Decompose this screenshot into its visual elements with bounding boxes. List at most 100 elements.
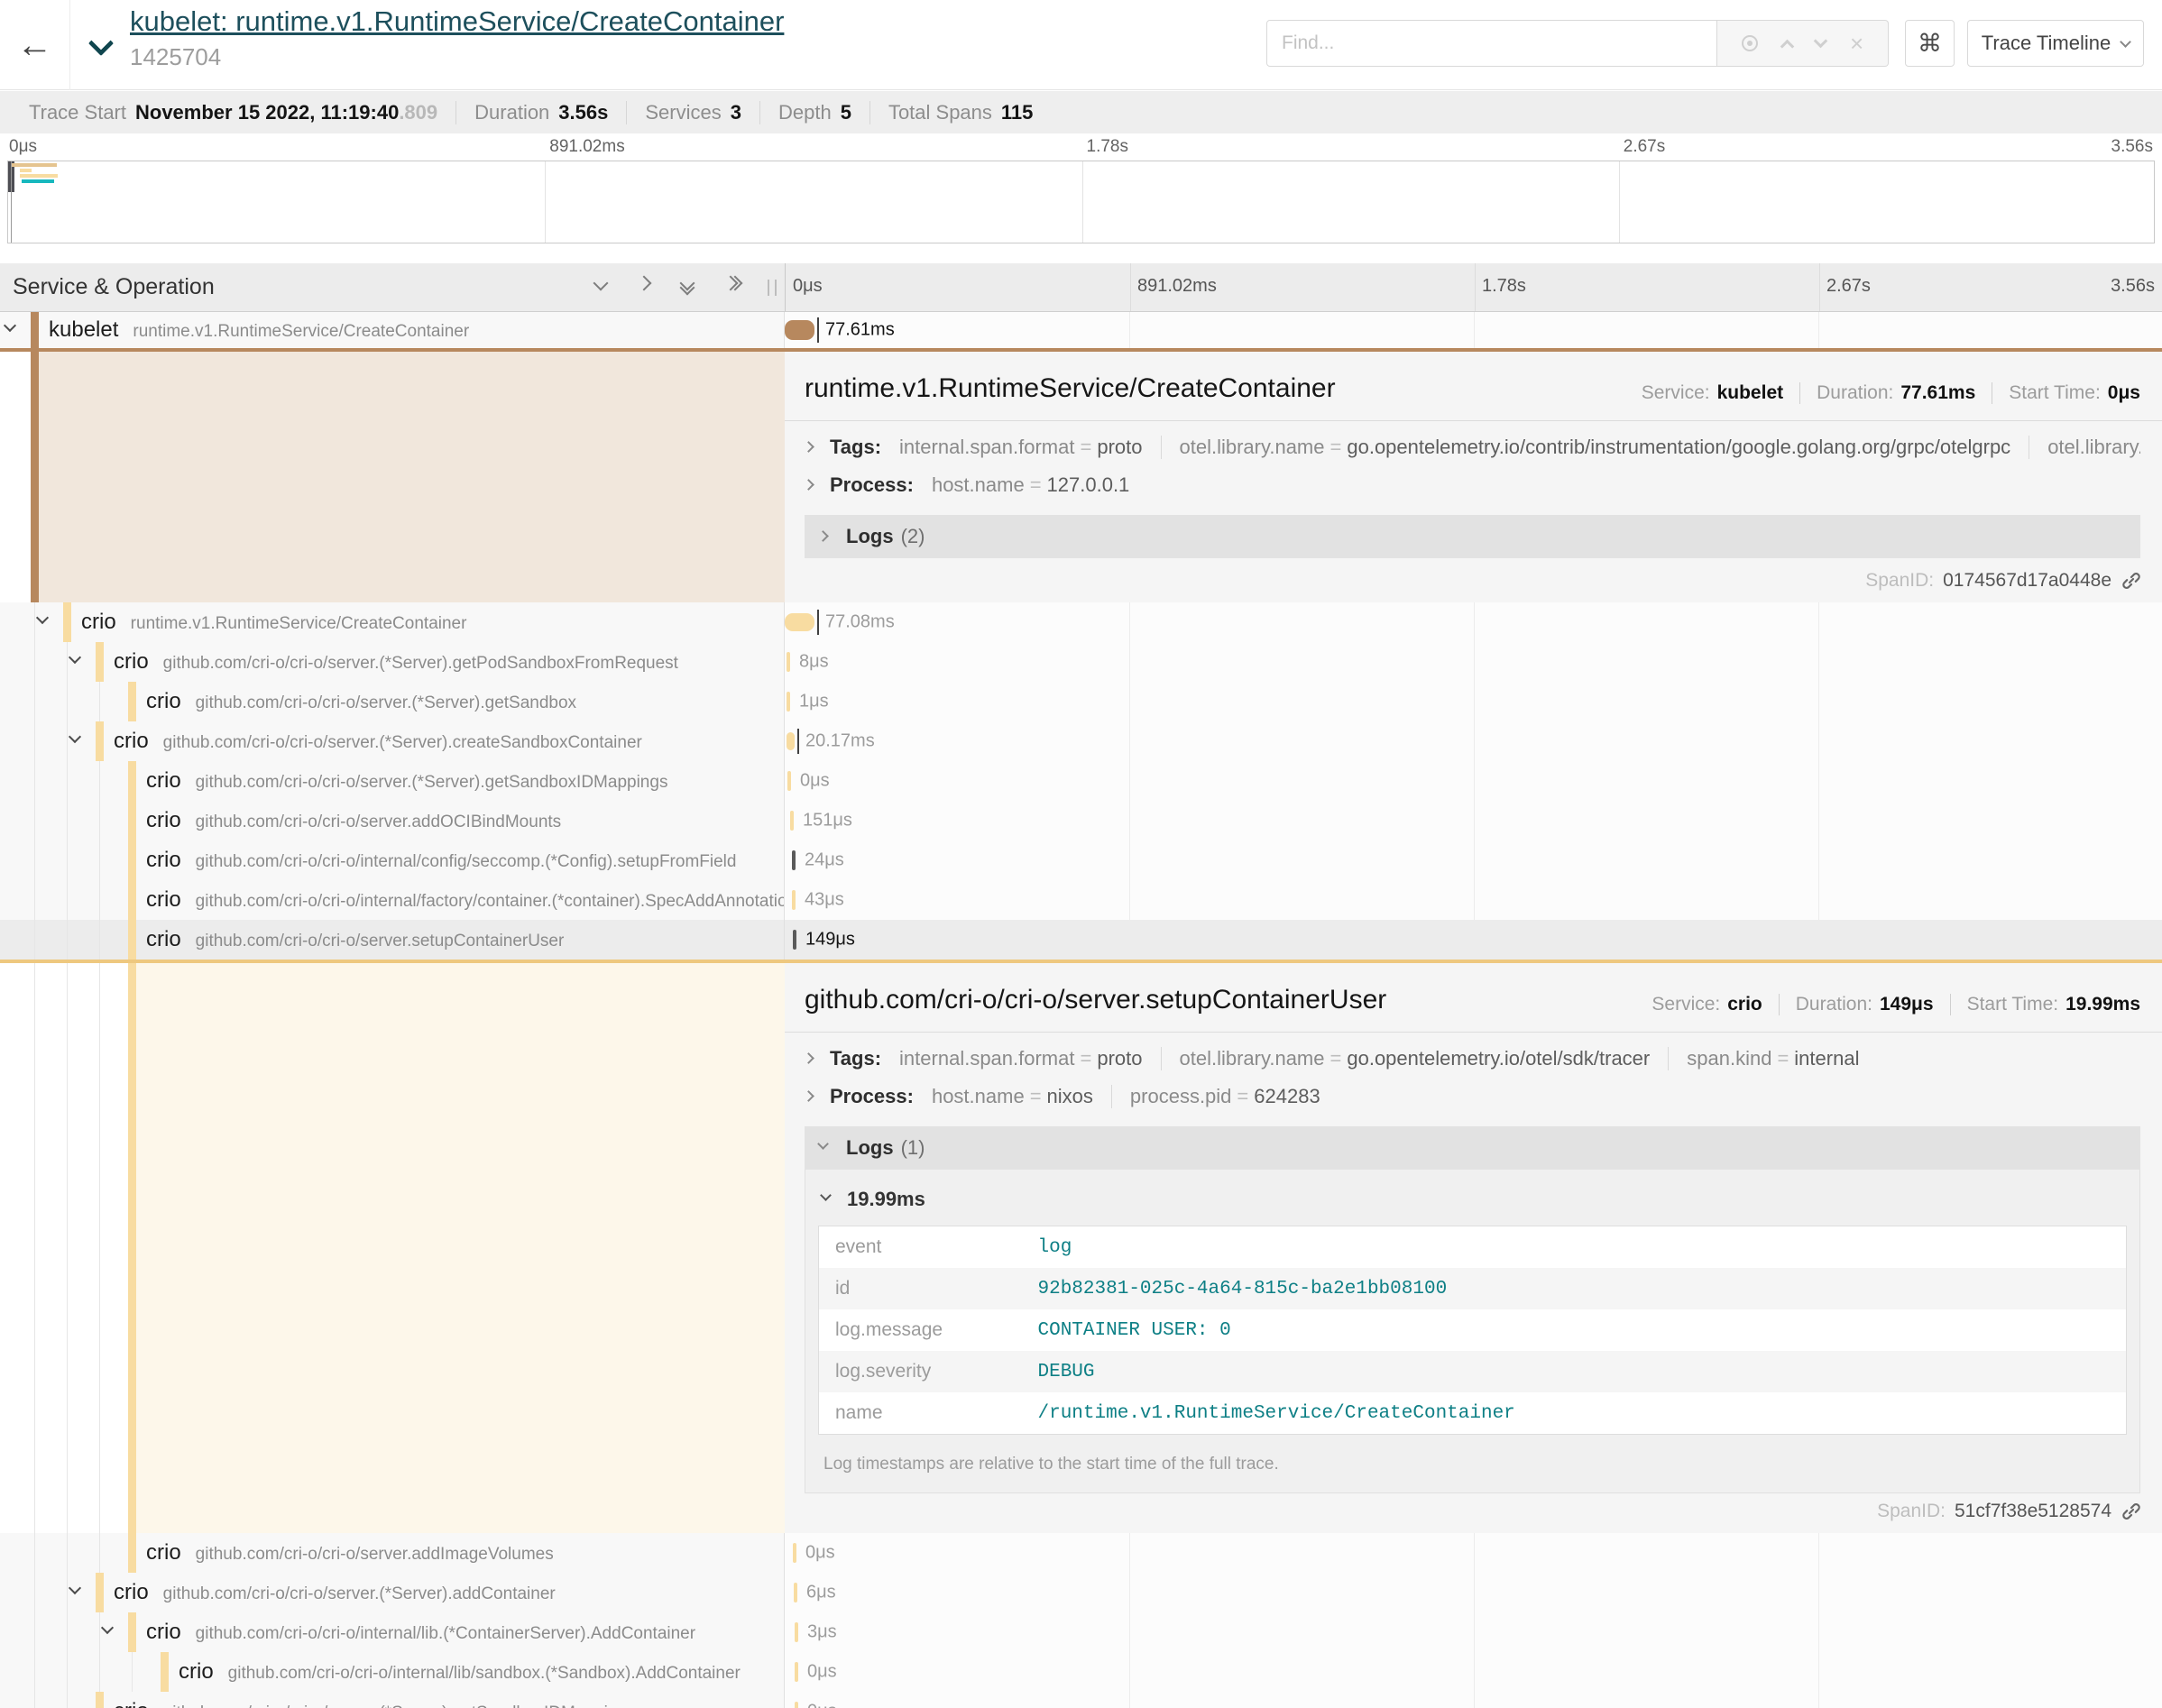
tree-guide-line	[34, 840, 35, 880]
tag-equals: =	[1025, 473, 1047, 496]
span-duration-label: 0μs	[807, 1702, 837, 1708]
top-bar: ← kubelet: runtime.v1.RuntimeService/Cre…	[0, 0, 2162, 90]
deep-link-icon[interactable]	[2121, 1501, 2142, 1522]
operation-name: github.com/cri-o/cri-o/internal/lib.(*Co…	[196, 1624, 695, 1643]
collapse-caret-icon[interactable]	[38, 613, 51, 626]
view-selector-label: Trace Timeline	[1982, 32, 2111, 55]
span-row[interactable]: criogithub.com/cri-o/cri-o/server.(*Serv…	[0, 721, 2162, 761]
trace-title-link[interactable]: kubelet: runtime.v1.RuntimeService/Creat…	[130, 5, 784, 38]
service-name: crio	[114, 649, 149, 674]
span-row[interactable]: crio github.com/cri-o/cri-o/internal/lib.…	[0, 1612, 2162, 1652]
tree-guide-line	[34, 1573, 35, 1612]
tag-item: process.pid=624283	[1111, 1085, 1320, 1108]
previous-match-icon[interactable]	[1780, 39, 1794, 53]
summary-label: Trace Start	[29, 101, 126, 124]
collapse-one-icon[interactable]	[595, 278, 615, 296]
process-expander[interactable]: Process: host.name=127.0.0.1	[785, 459, 2162, 497]
expand-all-icon[interactable]	[725, 278, 745, 296]
trace-summary-bar: Trace StartNovember 15 2022, 11:19:40.80…	[0, 91, 2162, 133]
span-duration-label: 1μs	[799, 692, 829, 712]
collapse-caret-icon[interactable]	[70, 1584, 83, 1596]
span-timeline-cell: 20.17ms	[785, 721, 2162, 761]
back-button[interactable]: ←	[0, 0, 70, 90]
minimap-span	[20, 174, 58, 178]
collapse-caret-icon[interactable]	[70, 732, 83, 745]
logs-body: 19.99ms eventlogid92b82381-025c-4a64-815…	[805, 1170, 2140, 1493]
span-name-text: crioruntime.v1.RuntimeService/CreateCont…	[81, 610, 466, 635]
span-row[interactable]: criogithub.com/cri-o/cri-o/internal/lib/…	[0, 1652, 2162, 1692]
collapse-caret-icon[interactable]	[103, 1623, 115, 1636]
service-name: crio	[146, 808, 181, 832]
column-resizer-handle[interactable]	[768, 280, 777, 296]
span-row[interactable]: criogithub.com/cri-o/cri-o/server.addIma…	[0, 1533, 2162, 1573]
service-name: crio	[146, 689, 181, 713]
log-field-row: log.messageCONTAINER USER: 0	[819, 1309, 2127, 1351]
tree-guide-line	[67, 682, 68, 721]
log-entry-expander[interactable]: 19.99ms	[818, 1184, 2127, 1226]
span-timeline-cell: 24μs	[785, 840, 2162, 880]
tag-key: internal.span.format	[899, 1047, 1074, 1070]
span-row[interactable]: criogithub.com/cri-o/cri-o/internal/conf…	[0, 840, 2162, 880]
service-name: crio	[146, 1620, 181, 1644]
view-selector-button[interactable]: Trace Timeline	[1967, 20, 2144, 67]
service-color-bar	[128, 1612, 136, 1652]
collapse-caret-icon[interactable]	[70, 653, 83, 666]
span-duration-tick	[793, 1543, 796, 1563]
operation-name: github.com/cri-o/cri-o/server.(*Server).…	[196, 693, 576, 712]
service-name: crio	[146, 1540, 181, 1565]
span-row[interactable]: crioruntime.v1.RuntimeService/CreateCont…	[0, 602, 2162, 642]
span-row[interactable]: criogithub.com/cri-o/cri-o/server.(*Serv…	[0, 642, 2162, 682]
span-row[interactable]: crio github.com/cri-o/cri-o/server.(*Serv…	[0, 682, 2162, 721]
focus-match-icon[interactable]	[1742, 35, 1758, 51]
process-expander[interactable]: Process: host.name=nixosprocess.pid=6242…	[785, 1070, 2162, 1108]
service-name: crio	[179, 1659, 214, 1684]
span-name-text: criogithub.com/cri-o/cri-o/server.(*Serv…	[146, 768, 667, 794]
span-name-cell: criogithub.com/cri-o/cri-o/server.(*Serv…	[0, 761, 785, 801]
minimap-tick-label: 3.56s	[2111, 137, 2153, 157]
keyboard-shortcuts-button[interactable]: ⌘	[1905, 20, 1955, 67]
tags-expander[interactable]: Tags: internal.span.format=protootel.lib…	[785, 1033, 2162, 1070]
log-field-value: DEBUG	[1022, 1351, 2127, 1392]
operation-name: github.com/cri-o/cri-o/server.setupConta…	[196, 932, 565, 950]
log-timestamps-note: Log timestamps are relative to the start…	[818, 1435, 2127, 1476]
logs-label: Logs	[846, 1136, 894, 1160]
tags-expander[interactable]: Tags: internal.span.format=protootel.lib…	[785, 421, 2162, 459]
span-duration-tick	[795, 1662, 798, 1682]
span-row[interactable]: criogithub.com/cri-o/cri-o/internal/fact…	[0, 880, 2162, 920]
span-end-tick	[817, 317, 819, 343]
span-row[interactable]: criogithub.com/cri-o/cri-o/server.setupC…	[0, 920, 2162, 960]
service-color-bar	[128, 682, 136, 721]
span-duration-bar	[785, 613, 814, 631]
span-name-text: criogithub.com/cri-o/cri-o/server.(*Serv…	[114, 649, 678, 675]
summary-value-suffix: .809	[399, 101, 437, 124]
tree-guide-line	[34, 761, 35, 801]
span-timeline-cell: 43μs	[785, 880, 2162, 920]
next-match-icon[interactable]	[1814, 33, 1828, 48]
tree-guide-line	[67, 1533, 68, 1573]
span-row[interactable]: criogithub.com/cri-o/cri-o/server.(*Serv…	[0, 1573, 2162, 1612]
collapse-caret-icon[interactable]	[5, 321, 18, 334]
summary-value: 115	[1001, 101, 1034, 124]
collapse-all-icon[interactable]	[682, 278, 702, 296]
span-name-cell: criogithub.com/cri-o/cri-o/server.addOCI…	[0, 801, 785, 840]
find-input[interactable]	[1266, 20, 1717, 67]
logs-expander[interactable]: Logs (1)	[805, 1126, 2140, 1170]
collapse-trace-header-icon[interactable]	[92, 34, 115, 58]
span-row[interactable]: criogithub.com/cri-o/cri-o/server.(*Serv…	[0, 761, 2162, 801]
span-row[interactable]: criogithub.com/cri-o/cri-o/server.(*Serv…	[0, 1692, 2162, 1708]
tree-guide-line	[34, 602, 35, 642]
service-label: Service:	[1642, 382, 1710, 403]
span-duration-label: 43μs	[805, 890, 844, 911]
span-row[interactable]: criogithub.com/cri-o/cri-o/server.addOCI…	[0, 801, 2162, 840]
clear-find-icon[interactable]: ×	[1850, 32, 1863, 55]
expand-one-icon[interactable]	[639, 278, 658, 296]
span-row[interactable]: kubeletruntime.v1.RuntimeService/CreateC…	[0, 312, 2162, 348]
service-name: crio	[114, 729, 149, 753]
tag-key: otel.library.name	[1180, 1047, 1325, 1070]
minimap-canvas[interactable]	[7, 161, 2155, 243]
deep-link-icon[interactable]	[2121, 570, 2142, 592]
span-timeline-cell: 1μs	[785, 682, 2162, 721]
operation-name: github.com/cri-o/cri-o/internal/config/s…	[196, 852, 737, 871]
logs-count: (2)	[901, 525, 925, 548]
logs-expander[interactable]: Logs (2)	[805, 515, 2140, 558]
